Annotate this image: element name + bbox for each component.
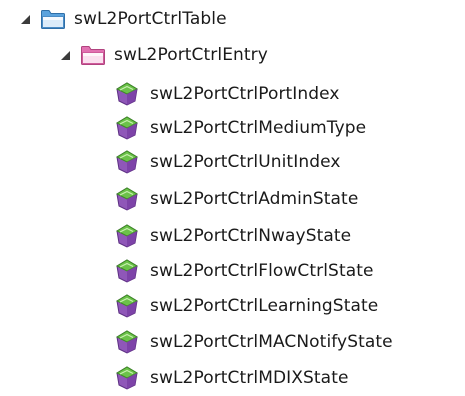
tree-leaf-label: swL2PortCtrlMACNotifyState: [150, 332, 393, 352]
tree-node-label: swL2PortCtrlTable: [74, 9, 227, 29]
mib-leaf-icon: [114, 81, 140, 107]
mib-leaf-icon: [114, 329, 140, 355]
tree-leaf-label: swL2PortCtrlNwayState: [150, 226, 352, 246]
tree-leaf-item[interactable]: swL2PortCtrlPortIndex: [114, 77, 340, 111]
mib-leaf-icon: [114, 223, 140, 249]
tree-node-table[interactable]: swL2PortCtrlTable: [18, 2, 227, 36]
expand-triangle-icon[interactable]: [18, 12, 32, 26]
tree-leaf-label: swL2PortCtrlLearningState: [150, 296, 379, 316]
tree-node-entry[interactable]: swL2PortCtrlEntry: [58, 38, 268, 72]
tree-leaf-label: swL2PortCtrlUnitIndex: [150, 152, 341, 172]
tree-leaf-item[interactable]: swL2PortCtrlUnitIndex: [114, 145, 341, 179]
tree-leaf-item[interactable]: swL2PortCtrlMediumType: [114, 111, 366, 145]
mib-leaf-icon: [114, 365, 140, 391]
tree-leaf-label: swL2PortCtrlPortIndex: [150, 84, 340, 104]
tree-leaf-item[interactable]: swL2PortCtrlMACNotifyState: [114, 325, 393, 359]
mib-leaf-icon: [114, 115, 140, 141]
folder-pink-icon: [80, 44, 106, 66]
tree-leaf-label: swL2PortCtrlMediumType: [150, 118, 367, 138]
mib-leaf-icon: [114, 293, 140, 319]
tree-leaf-label: swL2PortCtrlAdminState: [150, 189, 359, 209]
tree-leaf-label: swL2PortCtrlMDIXState: [150, 368, 349, 388]
tree-node-label: swL2PortCtrlEntry: [114, 45, 268, 65]
tree-leaf-item[interactable]: swL2PortCtrlFlowCtrlState: [114, 254, 374, 288]
mib-tree: swL2PortCtrlTable swL2PortCtrlEntry swL2…: [0, 0, 465, 396]
tree-leaf-item[interactable]: swL2PortCtrlMDIXState: [114, 361, 349, 395]
folder-blue-icon: [40, 8, 66, 30]
tree-leaf-item[interactable]: swL2PortCtrlAdminState: [114, 182, 358, 216]
tree-leaf-label: swL2PortCtrlFlowCtrlState: [150, 261, 374, 281]
tree-leaf-item[interactable]: swL2PortCtrlNwayState: [114, 219, 351, 253]
expand-triangle-icon[interactable]: [58, 48, 72, 62]
mib-leaf-icon: [114, 149, 140, 175]
mib-leaf-icon: [114, 186, 140, 212]
tree-leaf-item[interactable]: swL2PortCtrlLearningState: [114, 289, 378, 323]
mib-leaf-icon: [114, 258, 140, 284]
